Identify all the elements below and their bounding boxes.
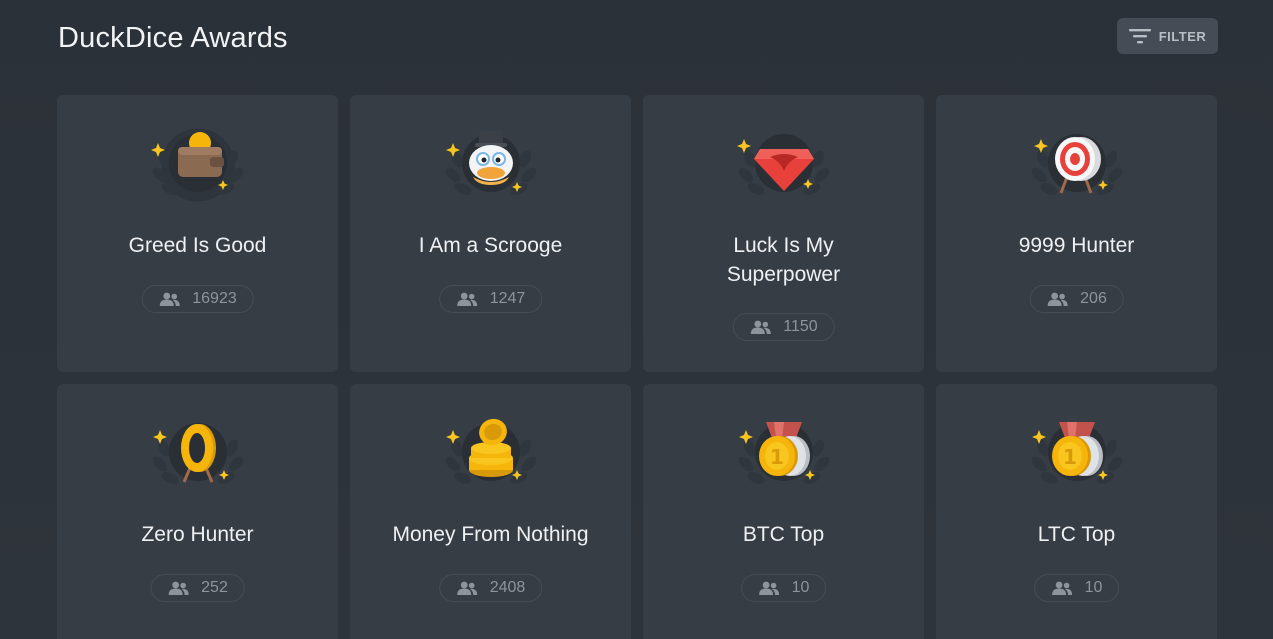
filter-icon (1128, 29, 1151, 44)
award-card-luck-is-my-superpower[interactable]: Luck Is My Superpower 1150 (643, 95, 924, 372)
award-count: 252 (201, 579, 228, 596)
award-card-9999-hunter[interactable]: 9999 Hunter 206 (936, 95, 1217, 372)
superhero-emblem-icon (724, 119, 844, 215)
gold-medal-icon: 1 (724, 408, 844, 504)
zero-target-icon (138, 408, 258, 504)
award-count-pill: 206 (1029, 285, 1124, 313)
users-icon (758, 581, 779, 595)
award-count: 1247 (489, 290, 526, 307)
users-icon (456, 292, 477, 306)
award-card-zero-hunter[interactable]: Zero Hunter 252 (57, 384, 338, 639)
award-title: I Am a Scrooge (418, 234, 563, 257)
wallet-coin-icon (138, 119, 258, 215)
award-card-btc-top[interactable]: 1 BTC Top 10 (643, 384, 924, 639)
target-icon (1017, 119, 1137, 215)
award-title: BTC Top (742, 523, 825, 546)
award-count: 2408 (489, 579, 526, 596)
scrooge-duck-icon (431, 119, 551, 215)
award-title: Greed Is Good (128, 234, 267, 257)
award-count: 10 (791, 579, 810, 596)
users-icon (750, 320, 771, 334)
page-title: DuckDice Awards (58, 22, 288, 54)
awards-page: DuckDice Awards FILTER Greed Is Good 169… (0, 0, 1273, 639)
award-count: 16923 (192, 290, 237, 307)
filter-button[interactable]: FILTER (1117, 18, 1218, 54)
coin-stack-icon (431, 408, 551, 504)
award-count-pill: 252 (150, 574, 245, 602)
users-icon (1051, 581, 1072, 595)
award-title: Money From Nothing (392, 523, 589, 546)
award-title: LTC Top (1037, 523, 1116, 546)
award-count: 1150 (783, 318, 818, 335)
award-count-pill: 1150 (732, 313, 835, 341)
svg-text:1: 1 (1063, 445, 1077, 469)
award-count-pill: 16923 (141, 285, 254, 313)
award-count: 10 (1084, 579, 1103, 596)
filter-label: FILTER (1158, 28, 1207, 44)
users-icon (456, 581, 477, 595)
gold-medal-icon: 1 (1017, 408, 1137, 504)
awards-grid: Greed Is Good 16923 I Am a Scrooge 1247 … (57, 95, 1217, 639)
award-count-pill: 10 (1033, 574, 1120, 602)
users-icon (1047, 292, 1068, 306)
award-title: Zero Hunter (141, 523, 254, 546)
award-count-pill: 2408 (438, 574, 543, 602)
award-count-pill: 1247 (438, 285, 543, 313)
users-icon (159, 292, 180, 306)
award-title: Luck Is My Superpower (726, 234, 841, 286)
award-card-money-from-nothing[interactable]: Money From Nothing 2408 (350, 384, 631, 639)
award-count: 206 (1080, 290, 1107, 307)
svg-text:1: 1 (770, 445, 784, 469)
award-card-i-am-a-scrooge[interactable]: I Am a Scrooge 1247 (350, 95, 631, 372)
users-icon (168, 581, 189, 595)
award-count-pill: 10 (740, 574, 827, 602)
award-card-greed-is-good[interactable]: Greed Is Good 16923 (57, 95, 338, 372)
award-card-ltc-top[interactable]: 1 LTC Top 10 (936, 384, 1217, 639)
award-title: 9999 Hunter (1018, 234, 1135, 257)
